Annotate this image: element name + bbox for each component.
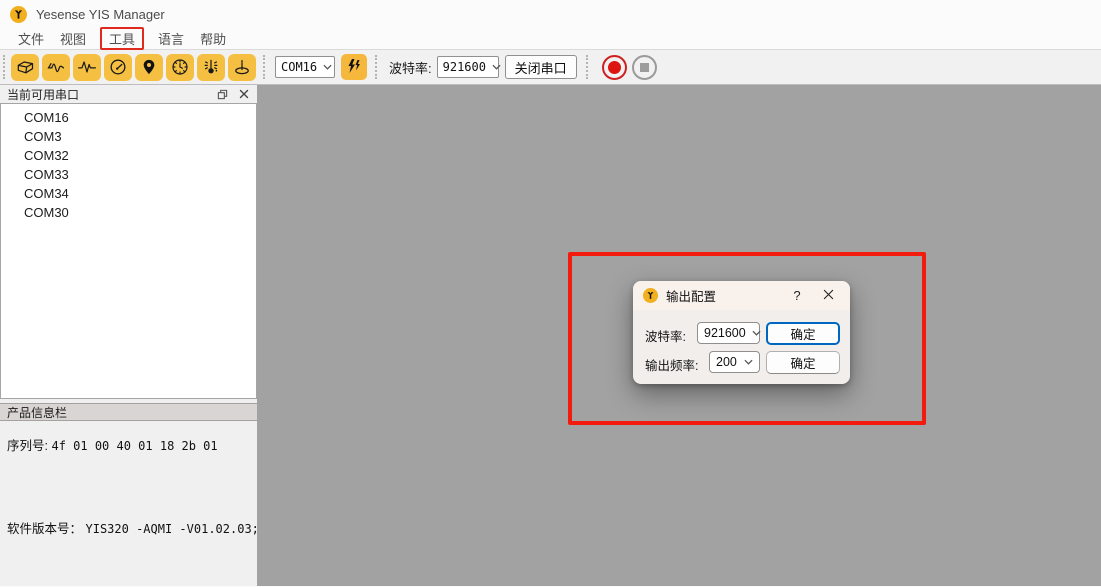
clock-utc-icon (170, 57, 190, 77)
location-pin-icon (140, 58, 158, 76)
dialog-title: 输出配置 (666, 286, 716, 305)
menu-item-view[interactable]: 视图 (52, 27, 94, 50)
dialog-help-button[interactable]: ? (786, 288, 808, 303)
record-icon (608, 61, 621, 74)
port-list-item[interactable]: COM34 (1, 184, 256, 203)
dialog-freq-label: 输出频率: (645, 355, 698, 374)
dock-title: 当前可用串口 (7, 86, 79, 103)
serial-number-row: 序列号: 4f 01 00 40 01 18 2b 01 (7, 435, 257, 454)
product-info-title: 产品信息栏 (7, 404, 67, 421)
menu-item-file[interactable]: 文件 (10, 27, 52, 50)
wave-angle-icon (46, 57, 66, 77)
chevron-down-icon (486, 64, 501, 70)
main-workspace: 输出配置 ? 波特率: 921600 确定 输出频率: (257, 85, 1101, 586)
dialog-baud-select[interactable]: 921600 (697, 322, 760, 344)
menu-item-language[interactable]: 语言 (150, 27, 192, 50)
refresh-ports-button[interactable] (341, 54, 367, 80)
serial-number-value: 4f 01 00 40 01 18 2b 01 (51, 439, 217, 453)
baud-rate-label: 波特率: (389, 58, 432, 77)
stop-button[interactable] (632, 55, 657, 80)
app-logo-icon (10, 6, 27, 23)
box-3d-icon (15, 57, 35, 77)
freq-ok-button[interactable]: 确定 (766, 351, 840, 374)
menu-item-tools[interactable]: 工具 (102, 31, 142, 48)
toolbar-grip[interactable] (586, 55, 590, 79)
record-button[interactable] (602, 55, 627, 80)
dock-close-icon[interactable] (237, 87, 251, 101)
app-window: Yesense YIS Manager 文件 视图 工具 语言 帮助 (0, 0, 1101, 587)
toolbar-grip[interactable] (263, 55, 267, 79)
dock-header: 当前可用串口 (0, 85, 257, 103)
dialog-freq-select[interactable]: 200 (709, 351, 760, 373)
baud-ok-button[interactable]: 确定 (766, 322, 840, 345)
port-list-item[interactable]: COM30 (1, 203, 256, 222)
software-version-label: 软件版本号： (7, 522, 82, 536)
product-info-header: 产品信息栏 (0, 403, 257, 421)
pin-base-icon (232, 57, 252, 77)
close-serial-button[interactable]: 关闭串口 (505, 55, 577, 79)
software-version-value: YIS320 -AQMI -V01.02.03; (86, 522, 259, 536)
dialog-titlebar[interactable]: 输出配置 ? (633, 281, 850, 310)
port-list[interactable]: COM16 COM3 COM32 COM33 COM34 COM30 (0, 103, 257, 399)
port-list-item[interactable]: COM3 (1, 127, 256, 146)
menu-item-help[interactable]: 帮助 (192, 27, 234, 50)
dialog-baud-label: 波特率: (645, 326, 686, 345)
thermometer-icon (201, 57, 221, 77)
serial-ports-dock: 当前可用串口 COM16 COM3 COM32 COM33 COM34 COM3… (0, 85, 257, 586)
wave-angle-button[interactable] (42, 54, 70, 81)
dialog-logo-icon (643, 288, 658, 303)
port-list-item[interactable]: COM33 (1, 165, 256, 184)
window-titlebar: Yesense YIS Manager (0, 0, 1101, 28)
chevron-down-icon (746, 330, 761, 336)
baud-rate-select[interactable]: 921600 (437, 56, 499, 78)
output-freq-row: 输出频率: 200 确定 (633, 351, 850, 374)
thermometer-button[interactable] (197, 54, 225, 81)
baud-rate-value: 921600 (443, 60, 486, 74)
toolbar: COM16 波特率: 921600 关闭串口 (0, 50, 1101, 85)
dock-float-icon[interactable] (215, 87, 229, 101)
stop-icon (640, 63, 649, 72)
tools-highlight-box: 工具 (100, 27, 144, 50)
box-3d-button[interactable] (11, 54, 39, 81)
chevron-down-icon (317, 64, 332, 70)
serial-number-label: 序列号: (7, 439, 48, 453)
gauge-button[interactable] (104, 54, 132, 81)
location-button[interactable] (135, 54, 163, 81)
pin-base-button[interactable] (228, 54, 256, 81)
close-icon (823, 288, 834, 303)
gauge-icon (108, 57, 128, 77)
waveform-button[interactable] (73, 54, 101, 81)
toolbar-grip[interactable] (3, 55, 7, 79)
dialog-baud-value: 921600 (704, 326, 746, 340)
clock-utc-button[interactable] (166, 54, 194, 81)
output-config-dialog: 输出配置 ? 波特率: 921600 确定 输出频率: (633, 281, 850, 384)
menu-bar: 文件 视图 工具 语言 帮助 (0, 28, 1101, 50)
dialog-freq-value: 200 (716, 355, 737, 369)
flash-icon (346, 58, 362, 77)
toolbar-grip[interactable] (375, 55, 379, 79)
dialog-close-button[interactable] (816, 286, 840, 306)
port-select[interactable]: COM16 (275, 56, 335, 78)
window-title: Yesense YIS Manager (36, 7, 165, 22)
chevron-down-icon (738, 359, 753, 365)
port-select-value: COM16 (281, 60, 317, 74)
port-list-item[interactable]: COM32 (1, 146, 256, 165)
waveform-icon (77, 57, 97, 77)
baud-rate-row: 波特率: 921600 确定 (633, 322, 850, 345)
port-list-item[interactable]: COM16 (1, 108, 256, 127)
software-version-row: 软件版本号： YIS320 -AQMI -V01.02.03; (7, 518, 257, 537)
